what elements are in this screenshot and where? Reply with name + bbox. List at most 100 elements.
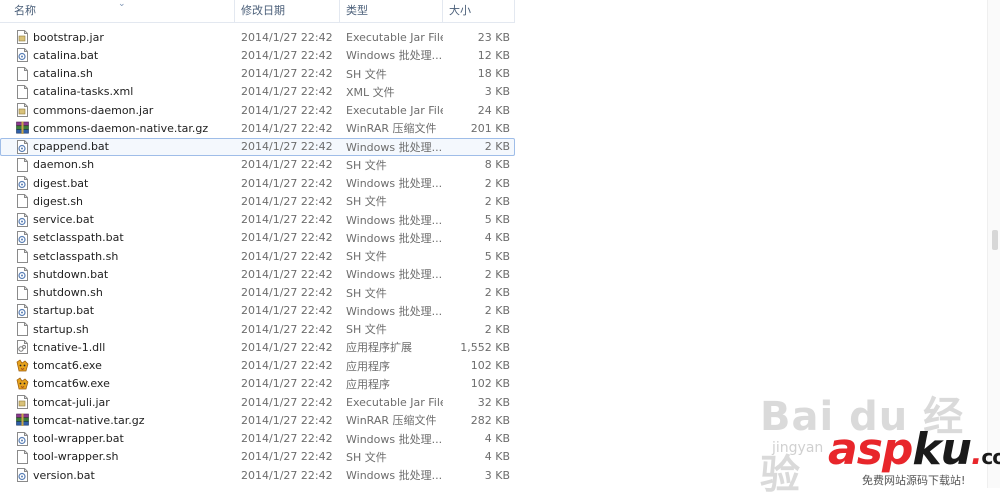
file-name-cell[interactable]: commons-daemon-native.tar.gz xyxy=(0,121,235,135)
file-row[interactable]: tool-wrapper.sh 2014/1/27 22:42 SH 文件 4 KB xyxy=(0,448,515,466)
file-name[interactable]: version.bat xyxy=(33,469,95,482)
file-name-cell[interactable]: service.bat xyxy=(0,212,235,227)
scrollbar-thumb[interactable] xyxy=(992,230,998,250)
file-row[interactable]: tool-wrapper.bat 2014/1/27 22:42 Windows 批… xyxy=(0,430,515,448)
file-name[interactable]: tomcat-native.tar.gz xyxy=(33,414,145,427)
file-row[interactable]: digest.sh 2014/1/27 22:42 SH 文件 2 KB xyxy=(0,192,515,210)
file-size: 282 KB xyxy=(470,413,510,427)
file-name[interactable]: shutdown.sh xyxy=(33,286,103,299)
file-row[interactable]: shutdown.sh 2014/1/27 22:42 SH 文件 2 KB xyxy=(0,284,515,302)
file-modified-date: 2014/1/27 22:42 xyxy=(241,158,333,172)
file-name[interactable]: digest.sh xyxy=(33,195,83,208)
file-row[interactable]: catalina.sh 2014/1/27 22:42 SH 文件 18 KB xyxy=(0,65,515,83)
file-size: 102 KB xyxy=(470,359,510,373)
file-name[interactable]: tomcat-juli.jar xyxy=(33,396,110,409)
file-name-cell[interactable]: startup.bat xyxy=(0,303,235,318)
file-name[interactable]: tomcat6.exe xyxy=(33,359,102,372)
file-name-cell[interactable]: catalina-tasks.xml xyxy=(0,84,235,99)
file-list: bootstrap.jar 2014/1/27 22:42 Executable J… xyxy=(0,28,515,484)
file-name-cell[interactable]: version.bat xyxy=(0,468,235,483)
file-name[interactable]: tomcat6w.exe xyxy=(33,377,110,390)
file-row[interactable]: tomcat-juli.jar 2014/1/27 22:42 Executable… xyxy=(0,393,515,411)
file-name[interactable]: commons-daemon.jar xyxy=(33,104,153,117)
file-type: Windows 批处理... xyxy=(346,213,443,227)
file-row[interactable]: tomcat6.exe 2014/1/27 22:42 应用程序 102 KB xyxy=(0,357,515,375)
file-name-cell[interactable]: setclasspath.sh xyxy=(0,249,235,264)
file-name[interactable]: daemon.sh xyxy=(33,158,94,171)
file-name[interactable]: shutdown.bat xyxy=(33,268,108,281)
file-name[interactable]: catalina.bat xyxy=(33,49,98,62)
file-name[interactable]: setclasspath.sh xyxy=(33,250,118,263)
file-name-cell[interactable]: tomcat-juli.jar xyxy=(0,395,235,410)
file-size: 2 KB xyxy=(484,322,510,336)
file-name[interactable]: startup.bat xyxy=(33,304,94,317)
tomcat-exe-icon xyxy=(16,377,29,391)
column-header-date[interactable]: 修改日期 xyxy=(235,0,340,22)
file-row[interactable]: tomcat6w.exe 2014/1/27 22:42 应用程序 102 KB xyxy=(0,375,515,393)
file-name[interactable]: cpappend.bat xyxy=(33,140,109,153)
file-row[interactable]: commons-daemon-native.tar.gz 2014/1/27 22… xyxy=(0,119,515,137)
file-name[interactable]: startup.sh xyxy=(33,323,89,336)
file-row[interactable]: setclasspath.bat 2014/1/27 22:42 Windows 批… xyxy=(0,229,515,247)
file-name-cell[interactable]: tool-wrapper.sh xyxy=(0,449,235,464)
file-name[interactable]: setclasspath.bat xyxy=(33,231,124,244)
file-name-cell[interactable]: tomcat-native.tar.gz xyxy=(0,413,235,427)
file-row[interactable]: tcnative-1.dll 2014/1/27 22:42 应用程序扩展 1,552… xyxy=(0,338,515,356)
file-type: SH 文件 xyxy=(346,250,387,264)
file-name-cell[interactable]: shutdown.sh xyxy=(0,285,235,300)
file-name-cell[interactable]: tomcat6w.exe xyxy=(0,377,235,391)
file-row[interactable]: startup.bat 2014/1/27 22:42 Windows 批处理...… xyxy=(0,302,515,320)
file-size: 2 KB xyxy=(484,176,510,190)
file-modified-date: 2014/1/27 22:42 xyxy=(241,48,333,62)
file-name[interactable]: bootstrap.jar xyxy=(33,31,104,44)
file-row[interactable]: daemon.sh 2014/1/27 22:42 SH 文件 8 KB xyxy=(0,156,515,174)
file-row[interactable]: digest.bat 2014/1/27 22:42 Windows 批处理... 2… xyxy=(0,174,515,192)
file-name-cell[interactable]: bootstrap.jar xyxy=(0,30,235,45)
file-row[interactable]: tomcat-native.tar.gz 2014/1/27 22:42 WinRA… xyxy=(0,411,515,429)
file-size: 2 KB xyxy=(484,304,510,318)
file-name-cell[interactable]: tool-wrapper.bat xyxy=(0,431,235,446)
logo-dot: . xyxy=(970,437,982,472)
file-name-cell[interactable]: startup.sh xyxy=(0,322,235,337)
batch-file-icon xyxy=(16,431,29,446)
file-name-cell[interactable]: shutdown.bat xyxy=(0,267,235,282)
file-row[interactable]: bootstrap.jar 2014/1/27 22:42 Executable J… xyxy=(0,28,515,46)
column-header-type[interactable]: 类型 xyxy=(340,0,443,22)
file-name[interactable]: tool-wrapper.sh xyxy=(33,450,119,463)
file-name-cell[interactable]: catalina.bat xyxy=(0,48,235,63)
file-type: Windows 批处理... xyxy=(346,177,443,191)
file-row[interactable]: cpappend.bat 2014/1/27 22:42 Windows 批处理..… xyxy=(0,137,515,156)
file-name[interactable]: catalina.sh xyxy=(33,67,93,80)
file-name[interactable]: commons-daemon-native.tar.gz xyxy=(33,122,208,135)
file-name[interactable]: catalina-tasks.xml xyxy=(33,85,133,98)
file-type: 应用程序扩展 xyxy=(346,341,412,355)
file-modified-date: 2014/1/27 22:42 xyxy=(241,249,333,263)
batch-file-icon xyxy=(16,176,29,191)
file-name-cell[interactable]: digest.bat xyxy=(0,176,235,191)
file-name[interactable]: service.bat xyxy=(33,213,94,226)
file-row[interactable]: setclasspath.sh 2014/1/27 22:42 SH 文件 5 KB xyxy=(0,247,515,265)
file-row[interactable]: version.bat 2014/1/27 22:42 Windows 批处理...… xyxy=(0,466,515,484)
file-type: Executable Jar File xyxy=(346,30,443,44)
file-name-cell[interactable]: tcnative-1.dll xyxy=(0,340,235,355)
file-name-cell[interactable]: catalina.sh xyxy=(0,66,235,81)
file-row[interactable]: shutdown.bat 2014/1/27 22:42 Windows 批处理..… xyxy=(0,265,515,283)
file-modified-date: 2014/1/27 22:42 xyxy=(241,121,333,135)
file-name-cell[interactable]: digest.sh xyxy=(0,194,235,209)
file-name-cell[interactable]: commons-daemon.jar xyxy=(0,103,235,118)
file-name-cell[interactable]: daemon.sh xyxy=(0,157,235,172)
file-name-cell[interactable]: setclasspath.bat xyxy=(0,230,235,245)
file-name[interactable]: tcnative-1.dll xyxy=(33,341,105,354)
file-name-cell[interactable]: tomcat6.exe xyxy=(0,359,235,373)
file-size: 5 KB xyxy=(484,249,510,263)
file-row[interactable]: startup.sh 2014/1/27 22:42 SH 文件 2 KB xyxy=(0,320,515,338)
file-name[interactable]: tool-wrapper.bat xyxy=(33,432,124,445)
file-size: 3 KB xyxy=(484,85,510,99)
file-row[interactable]: catalina.bat 2014/1/27 22:42 Windows 批处理..… xyxy=(0,46,515,64)
column-header-size[interactable]: 大小 xyxy=(443,0,515,22)
file-row[interactable]: catalina-tasks.xml 2014/1/27 22:42 XML 文件 3… xyxy=(0,83,515,101)
file-name-cell[interactable]: cpappend.bat xyxy=(0,139,235,154)
file-row[interactable]: commons-daemon.jar 2014/1/27 22:42 Executa… xyxy=(0,101,515,119)
file-row[interactable]: service.bat 2014/1/27 22:42 Windows 批处理...… xyxy=(0,211,515,229)
file-name[interactable]: digest.bat xyxy=(33,177,88,190)
